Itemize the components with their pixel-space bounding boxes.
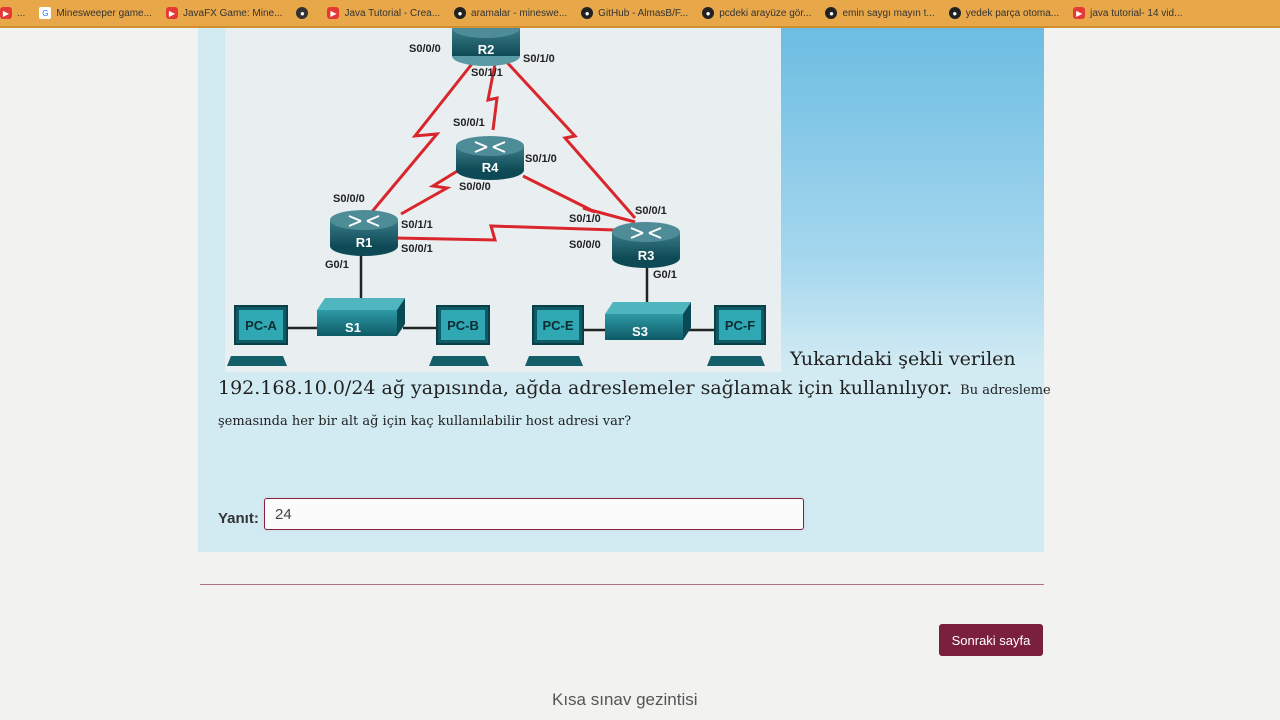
pc-label: PC-B <box>447 318 479 333</box>
port-label: G0/1 <box>653 269 677 281</box>
pc-label: PC-E <box>542 318 573 333</box>
circle-icon: ● <box>296 7 309 19</box>
pc-b[interactable]: PC-B <box>429 305 490 366</box>
network-topology-diagram: R2 R4 R1 R3 S1 S3 PC-A PC-B PC-E PC-F S0… <box>225 28 781 372</box>
pc-label: PC-A <box>245 318 277 333</box>
pc-label: PC-F <box>725 318 755 333</box>
router-r3[interactable]: R3 <box>612 222 680 268</box>
router-label: R1 <box>356 235 373 250</box>
router-r1[interactable]: R1 <box>330 210 398 256</box>
youtube-icon: ▶ <box>327 7 340 19</box>
question-text-part1: Yukarıdaki şekli verilen <box>790 348 1016 370</box>
port-label: S0/0/0 <box>459 181 491 193</box>
port-label: S0/0/1 <box>453 117 485 129</box>
question-text-line2: 192.168.10.0/24 ağ yapısında, ağda adres… <box>218 377 1051 399</box>
port-label: S0/1/1 <box>401 219 433 231</box>
answer-input[interactable] <box>264 498 804 530</box>
pc-e[interactable]: PC-E <box>525 305 584 366</box>
bookmark-item[interactable]: ● <box>296 0 313 26</box>
youtube-icon: ▶ <box>1073 7 1086 19</box>
router-r4[interactable]: R4 <box>456 136 524 180</box>
question-text-line3: şemasında her bir alt ağ için kaç kullan… <box>218 414 632 429</box>
port-label: S0/0/0 <box>333 193 365 205</box>
github-icon: ● <box>581 7 594 19</box>
port-label: S0/0/1 <box>401 243 433 255</box>
port-label: S0/0/0 <box>409 43 441 55</box>
bookmark-item[interactable]: ● pcdeki arayüze gör... <box>702 0 811 26</box>
github-icon: ● <box>454 7 467 19</box>
next-page-button[interactable]: Sonraki sayfa <box>939 624 1043 656</box>
youtube-icon: ▶ <box>165 7 178 19</box>
router-label: R3 <box>638 248 655 263</box>
port-label: S0/1/1 <box>471 67 503 79</box>
youtube-icon: ▶ <box>0 7 12 19</box>
bookmark-item[interactable]: ● GitHub - AlmasB/F... <box>581 0 688 26</box>
port-label: G0/1 <box>325 259 349 271</box>
port-label: S0/1/0 <box>523 53 555 65</box>
quiz-navigation-heading: Kısa sınav gezintisi <box>552 690 698 709</box>
port-label: S0/0/1 <box>635 205 667 217</box>
bookmarks-bar: ▶... G Minesweeper game... ▶ JavaFX Game: … <box>0 0 1280 28</box>
port-label: S0/1/0 <box>525 153 557 165</box>
bookmark-item[interactable]: ▶ Java Tutorial - Crea... <box>327 0 440 26</box>
router-label: R4 <box>482 160 499 175</box>
router-r2[interactable]: R2 <box>452 28 520 66</box>
bookmark-item[interactable]: ▶ java tutorial- 14 vid... <box>1073 0 1182 26</box>
switch-label: S3 <box>632 324 648 339</box>
google-icon: G <box>39 7 52 19</box>
pc-a[interactable]: PC-A <box>227 305 288 366</box>
switch-label: S1 <box>345 320 361 335</box>
router-label: R2 <box>478 42 495 57</box>
bookmark-item[interactable]: ▶ JavaFX Game: Mine... <box>165 0 282 26</box>
divider <box>200 584 1044 585</box>
bookmark-item[interactable]: ● aramalar - mineswe... <box>454 0 567 26</box>
github-icon: ● <box>948 7 961 19</box>
bookmark-item[interactable]: ● yedek parça otoma... <box>948 0 1059 26</box>
bookmark-item[interactable]: ● emin saygı mayın t... <box>825 0 935 26</box>
pc-f[interactable]: PC-F <box>707 305 766 366</box>
bookmark-item[interactable]: ▶... <box>0 0 25 26</box>
github-icon: ● <box>825 7 838 19</box>
bookmark-item[interactable]: G Minesweeper game... <box>39 0 152 26</box>
switch-s1[interactable]: S1 <box>317 298 405 336</box>
switch-s3[interactable]: S3 <box>605 302 691 340</box>
answer-label: Yanıt: <box>218 510 259 527</box>
question-card: R2 R4 R1 R3 S1 S3 PC-A PC-B PC-E PC-F S0… <box>198 28 1044 552</box>
port-label: S0/0/0 <box>569 239 601 251</box>
port-label: S0/1/0 <box>569 213 601 225</box>
github-icon: ● <box>702 7 715 19</box>
